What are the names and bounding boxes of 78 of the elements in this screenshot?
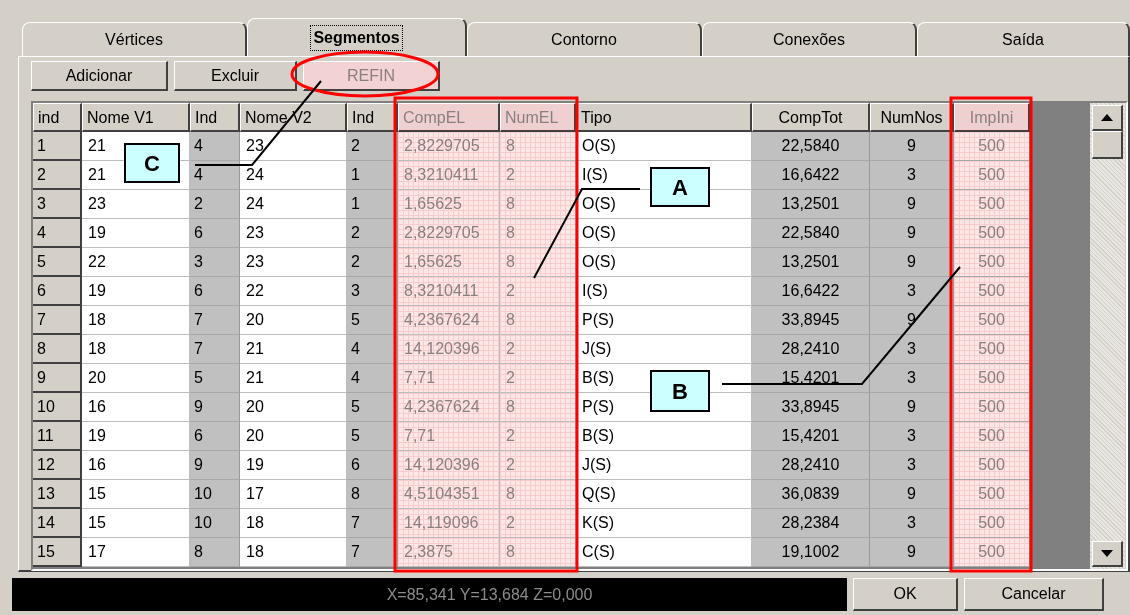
table-cell: 22,5840 xyxy=(752,132,870,161)
table-cell: 4 xyxy=(190,132,240,161)
table-cell: 1 xyxy=(347,161,398,190)
table-cell: 8 xyxy=(347,480,398,509)
callout-tooltip: C xyxy=(124,143,180,183)
table-cell: 5 xyxy=(190,364,240,393)
table-cell: 19,1002 xyxy=(752,538,870,567)
table-cell: 16,6422 xyxy=(752,161,870,190)
table-cell: 2 xyxy=(347,219,398,248)
table-cell: 500 xyxy=(954,509,1030,538)
table-cell: 10 xyxy=(190,509,240,538)
callout-tooltip: A xyxy=(650,167,710,207)
table-cell: 9 xyxy=(870,480,954,509)
table-cell: 10 xyxy=(190,480,240,509)
table-cell: 8 xyxy=(190,538,240,567)
table-cell: 3 xyxy=(347,277,398,306)
table-cell: 500 xyxy=(954,132,1030,161)
table-cell: 28,2410 xyxy=(752,335,870,364)
table-cell: 7 xyxy=(347,538,398,567)
table-cell: 500 xyxy=(954,248,1030,277)
table-cell: 2 xyxy=(190,190,240,219)
table-cell: 3 xyxy=(870,422,954,451)
table-cell: 16,6422 xyxy=(752,277,870,306)
table-cell: 9 xyxy=(870,248,954,277)
table-cell: 9 xyxy=(870,393,954,422)
table-cell: 9 xyxy=(870,132,954,161)
table-cell: 2 xyxy=(347,132,398,161)
table-cell: 500 xyxy=(954,306,1030,335)
table-cell: 5 xyxy=(347,306,398,335)
table-cell: 4 xyxy=(347,335,398,364)
table-cell: 9 xyxy=(870,219,954,248)
table-cell: 3 xyxy=(190,248,240,277)
table-cell: 33,8945 xyxy=(752,306,870,335)
table-cell: 500 xyxy=(954,364,1030,393)
table-cell: 6 xyxy=(190,219,240,248)
table-cell: 13,2501 xyxy=(752,190,870,219)
table-cell: 500 xyxy=(954,335,1030,364)
table-cell: 5 xyxy=(347,422,398,451)
table-cell: 500 xyxy=(954,393,1030,422)
table-cell: 15,4201 xyxy=(752,364,870,393)
table-cell: 500 xyxy=(954,161,1030,190)
table-cell: 7 xyxy=(190,306,240,335)
table-cell: 500 xyxy=(954,190,1030,219)
table-cell: 36,0839 xyxy=(752,480,870,509)
table-cell: 2 xyxy=(347,248,398,277)
table-cell: 33,8945 xyxy=(752,393,870,422)
table-cell: 1 xyxy=(347,190,398,219)
table-cell: 3 xyxy=(870,335,954,364)
table-cell: 22,5840 xyxy=(752,219,870,248)
status-bar: X=85,341 Y=13,684 Z=0,000 xyxy=(12,578,847,611)
table-cell: 500 xyxy=(954,538,1030,567)
table-cell: 500 xyxy=(954,277,1030,306)
table-cell: 4 xyxy=(190,161,240,190)
table-cell: 9 xyxy=(190,393,240,422)
table-cell: 9 xyxy=(870,538,954,567)
table-cell: 13,2501 xyxy=(752,248,870,277)
table-cell: 500 xyxy=(954,219,1030,248)
table-cell: 6 xyxy=(190,277,240,306)
table-cell: 3 xyxy=(870,509,954,538)
table-cell: 9 xyxy=(190,451,240,480)
table-cell: 7 xyxy=(347,509,398,538)
table-cell: 3 xyxy=(870,451,954,480)
table-cell: 9 xyxy=(870,190,954,219)
table-cell: 6 xyxy=(190,422,240,451)
table-cell: 500 xyxy=(954,422,1030,451)
table-cell: 28,2384 xyxy=(752,509,870,538)
table-cell: 500 xyxy=(954,451,1030,480)
table-cell: 6 xyxy=(347,451,398,480)
table-cell: 4 xyxy=(347,364,398,393)
table-cell: 7 xyxy=(190,335,240,364)
table-cell: 500 xyxy=(954,480,1030,509)
callout-tooltip: B xyxy=(650,370,710,412)
table-cell: 3 xyxy=(870,277,954,306)
table-cell: 5 xyxy=(347,393,398,422)
table-cell: 15,4201 xyxy=(752,422,870,451)
table-cell: 3 xyxy=(870,161,954,190)
table-cell: 28,2410 xyxy=(752,451,870,480)
table-cell: 3 xyxy=(870,364,954,393)
